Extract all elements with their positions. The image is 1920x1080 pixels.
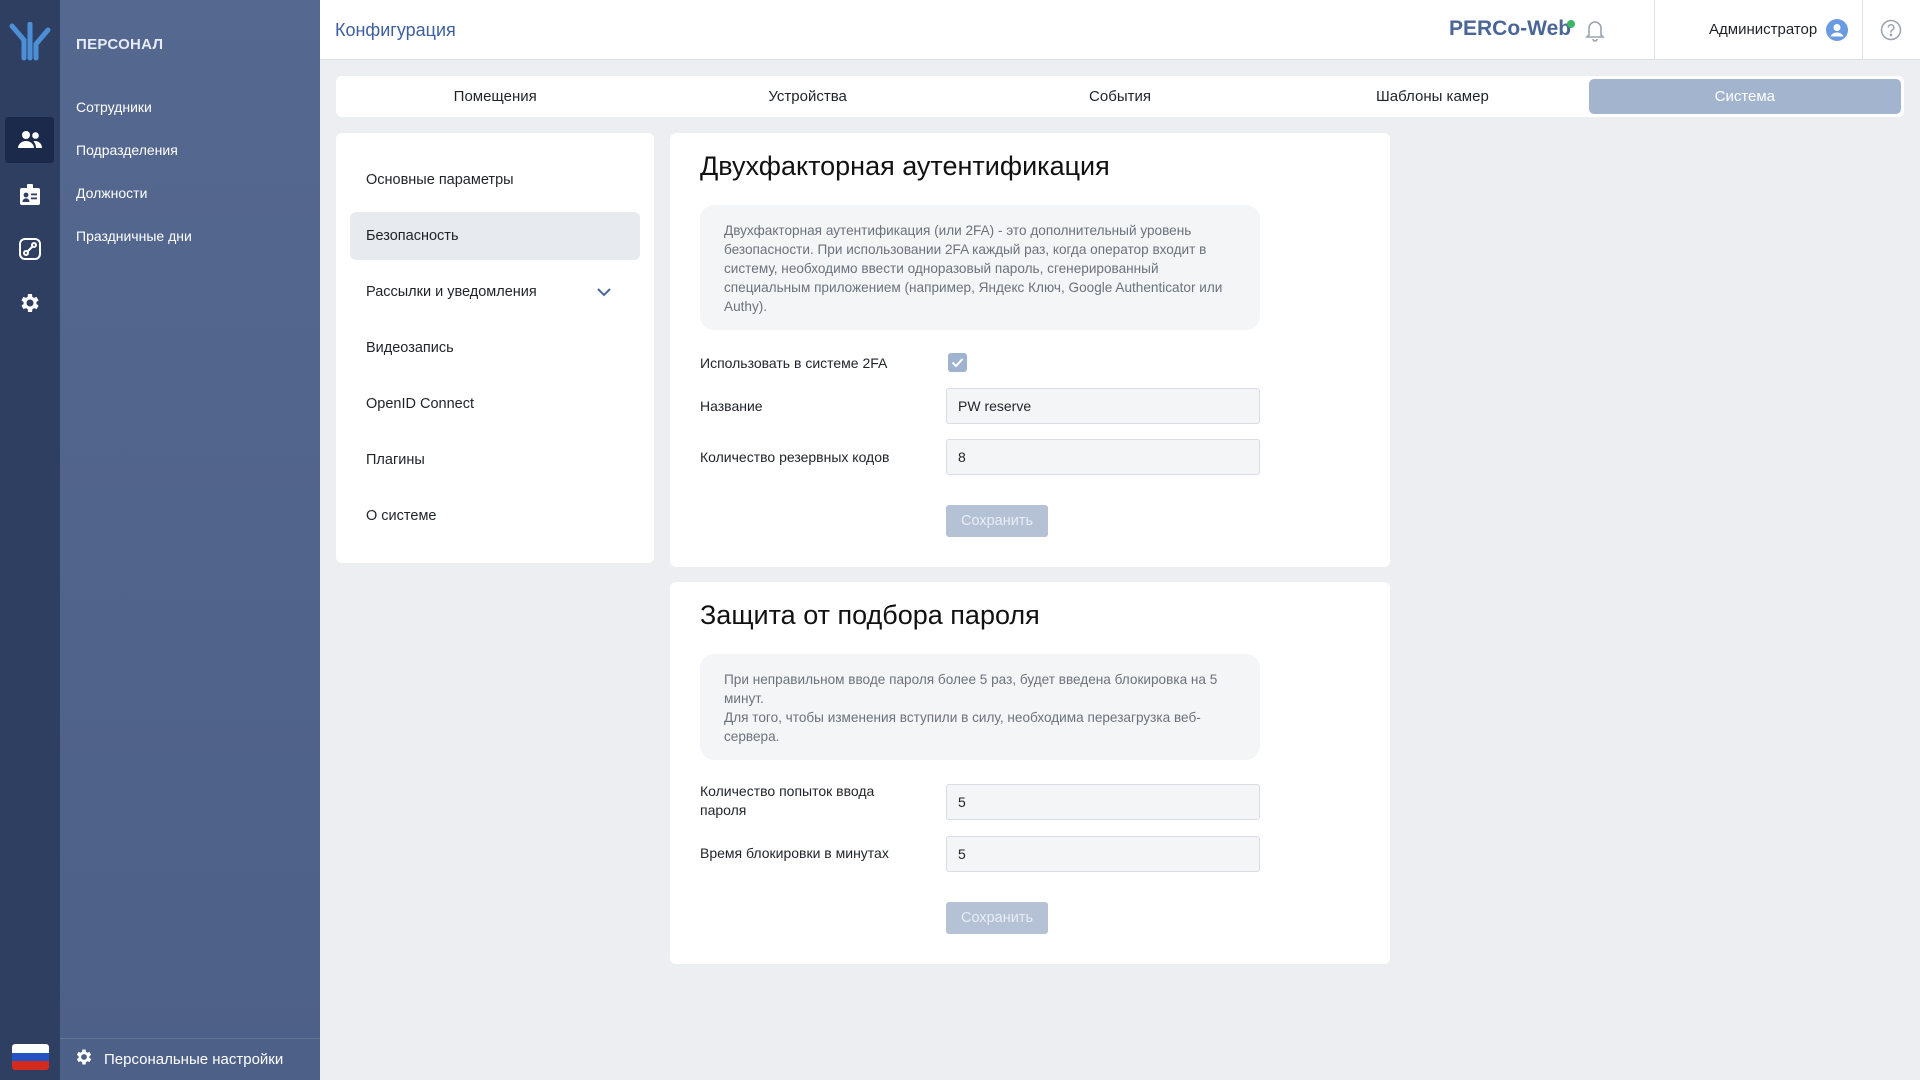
menu-item-general[interactable]: Основные параметры <box>350 156 640 204</box>
name-input[interactable] <box>946 388 1260 424</box>
user-avatar-icon[interactable] <box>1826 19 1848 41</box>
brute-force-info-text: При неправильном вводе пароля более 5 ра… <box>724 672 1218 744</box>
page-title: Конфигурация <box>335 20 456 40</box>
perco-logo-icon[interactable] <box>8 21 52 62</box>
top-header: Конфигурация PERCo-Web Администратор <box>320 0 1920 60</box>
backup-codes-input[interactable] <box>946 439 1260 475</box>
people-icon[interactable] <box>5 117 54 163</box>
gear-icon[interactable] <box>5 280 54 326</box>
bell-icon[interactable] <box>1584 18 1606 42</box>
brand-logo: PERCo-Web <box>1449 17 1572 40</box>
attempts-label: Количество попыток ввода пароля <box>700 783 875 818</box>
two-factor-card: Двухфакторная аутентификация Двухфакторн… <box>670 133 1390 567</box>
attempts-input[interactable] <box>946 784 1260 820</box>
menu-item-security[interactable]: Безопасность <box>350 212 640 260</box>
name-label: Название <box>700 398 763 414</box>
save-2fa-button[interactable]: Сохранить <box>946 505 1048 537</box>
lock-time-label: Время блокировки в минутах <box>700 845 889 861</box>
header-divider <box>1862 0 1863 60</box>
russian-flag-icon[interactable] <box>12 1044 49 1070</box>
two-factor-title: Двухфакторная аутентификация <box>700 151 1110 181</box>
tab-system[interactable]: Система <box>1588 79 1902 114</box>
header-divider <box>1654 0 1655 60</box>
menu-item-about[interactable]: О системе <box>350 492 640 540</box>
status-dot-icon <box>1567 20 1575 28</box>
icon-rail <box>0 0 60 1080</box>
save-brute-force-button[interactable]: Сохранить <box>946 902 1048 934</box>
menu-item-notifications[interactable]: Рассылки и уведомления <box>350 268 640 316</box>
menu-item-video[interactable]: Видеозапись <box>350 324 640 372</box>
brute-force-info: При неправильном вводе пароля более 5 ра… <box>700 654 1260 760</box>
sidebar-item-holidays[interactable]: Праздничные дни <box>76 228 192 244</box>
backup-codes-label: Количество резервных кодов <box>700 449 890 465</box>
personal-settings-label: Персональные настройки <box>104 1051 284 1068</box>
config-tabs: Помещения Устройства События Шаблоны кам… <box>336 76 1904 117</box>
brute-force-title: Защита от подбора пароля <box>700 600 1040 630</box>
personal-settings-button[interactable]: Персональные настройки <box>60 1038 320 1080</box>
brute-force-card: Защита от подбора пароля При неправильно… <box>670 582 1390 964</box>
sidebar-item-employees[interactable]: Сотрудники <box>76 99 152 115</box>
help-icon[interactable] <box>1880 19 1902 41</box>
settings-menu: Основные параметры Безопасность Рассылки… <box>336 133 654 563</box>
chevron-down-icon[interactable] <box>596 285 612 299</box>
use-2fa-label: Использовать в системе 2FA <box>700 355 888 371</box>
id-badge-icon[interactable] <box>5 172 54 218</box>
tab-rooms[interactable]: Помещения <box>339 79 651 114</box>
two-factor-info-text: Двухфакторная аутентификация (или 2FA) -… <box>724 223 1223 314</box>
user-name[interactable]: Администратор <box>1709 21 1817 38</box>
sidebar-section-title: ПЕРСОНАЛ <box>76 36 164 53</box>
menu-item-openid[interactable]: OpenID Connect <box>350 380 640 428</box>
use-2fa-checkbox[interactable] <box>948 353 967 372</box>
tab-events[interactable]: События <box>964 79 1276 114</box>
tab-devices[interactable]: Устройства <box>651 79 963 114</box>
tab-camera-templates[interactable]: Шаблоны камер <box>1276 79 1588 114</box>
sidebar-item-positions[interactable]: Должности <box>76 185 147 201</box>
menu-item-label: Рассылки и уведомления <box>366 284 537 300</box>
route-icon[interactable] <box>5 226 54 272</box>
sidebar-item-departments[interactable]: Подразделения <box>76 142 178 158</box>
menu-item-plugins[interactable]: Плагины <box>350 436 640 484</box>
two-factor-info: Двухфакторная аутентификация (или 2FA) -… <box>700 205 1260 330</box>
sidebar: ПЕРСОНАЛ Сотрудники Подразделения Должно… <box>60 0 320 1080</box>
settings-gear-icon <box>74 1047 94 1072</box>
lock-time-input[interactable] <box>946 836 1260 872</box>
